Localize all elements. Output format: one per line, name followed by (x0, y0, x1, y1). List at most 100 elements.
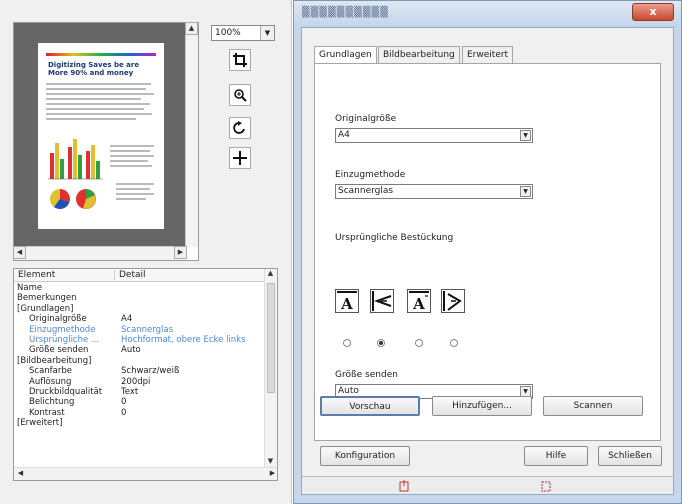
original-size-select[interactable]: A4 ▼ (335, 128, 533, 143)
add-button[interactable]: Hinzufügen... (432, 396, 532, 416)
landscape-left-icon (372, 291, 392, 311)
detail-vertical-scrollbar[interactable]: ▲ ▼ (264, 269, 277, 468)
list-item-key: Originalgröße (29, 314, 87, 325)
scroll-up-icon[interactable]: ▲ (264, 269, 277, 281)
chevron-down-icon[interactable]: ▼ (520, 130, 531, 141)
scroll-up-icon[interactable]: ▲ (185, 22, 198, 35)
list-item-key: Ursprüngliche ... (29, 334, 100, 345)
scan-settings-dialog: ▒▒▒▒▒▒▒▒▒▒ x Grundlagen Bildbearbeitung … (293, 0, 682, 504)
list-item-value: A4 (121, 314, 133, 325)
preview-button[interactable]: Vorschau (320, 396, 420, 416)
list-item-value: 0 (121, 407, 127, 418)
list-item-key: Größe senden (29, 345, 89, 356)
list-item-value: 0 (121, 397, 127, 408)
list-item[interactable]: Druckbildqualität Text (17, 387, 265, 397)
configuration-button[interactable]: Konfiguration (320, 446, 410, 466)
list-item[interactable]: Originalgröße A4 (17, 314, 265, 324)
list-item-key: Einzugmethode (29, 324, 96, 335)
orientation-radio-1[interactable] (343, 339, 351, 347)
detail-list-header: Element Detail (14, 269, 266, 282)
list-item[interactable]: Belichtung 0 (17, 397, 265, 407)
list-item[interactable]: Auflösung 200dpi (17, 377, 265, 387)
scroll-left-icon[interactable]: ◀ (13, 246, 26, 259)
orientation-portrait-rotated[interactable]: A (407, 289, 431, 313)
preview-frame: Digitizing Saves be are More 90% and mon… (13, 22, 199, 261)
original-size-label: Originalgröße (335, 114, 397, 124)
list-item-value: Auto (121, 345, 141, 356)
tab-panel-grundlagen: Originalgröße A4 ▼ Einzugmethode Scanner… (314, 63, 661, 441)
send-size-label: Größe senden (335, 370, 398, 380)
svg-text:A: A (340, 295, 353, 312)
list-item-key: Scanfarbe (29, 366, 72, 377)
detail-list[interactable]: Element Detail Name Bemerkungen [Grundlage… (13, 268, 278, 481)
list-item-key: [Erweitert] (17, 418, 63, 429)
zoom-select[interactable]: 100% ▼ (211, 25, 275, 41)
chevron-down-icon[interactable]: ▼ (520, 186, 531, 197)
preview-page: Digitizing Saves be are More 90% and mon… (38, 43, 164, 229)
list-item[interactable]: [Erweitert] (17, 418, 265, 428)
list-item-key: Name (17, 283, 43, 293)
list-item[interactable]: Einzugmethode Scannerglas (17, 325, 265, 335)
page-remove-icon[interactable] (540, 480, 552, 492)
zoom-in-button[interactable] (229, 84, 251, 106)
scroll-right-icon[interactable]: ▶ (266, 468, 277, 480)
list-item[interactable]: Bemerkungen (17, 293, 265, 303)
list-item-value: Text (121, 386, 139, 397)
feed-method-select[interactable]: Scannerglas ▼ (335, 184, 533, 199)
dialog-title: ▒▒▒▒▒▒▒▒▒▒ (302, 7, 389, 18)
list-item[interactable]: Kontrast 0 (17, 408, 265, 418)
page-add-icon[interactable] (398, 480, 410, 492)
crop-button[interactable] (229, 49, 251, 71)
tab-erweitert[interactable]: Erweitert (462, 46, 514, 64)
dialog-client-area: Grundlagen Bildbearbeitung Erweitert Ori… (301, 27, 674, 495)
orientation-radio-2[interactable] (377, 339, 385, 347)
feed-method-label: Einzugmethode (335, 170, 406, 180)
title-bar[interactable]: ▒▒▒▒▒▒▒▒▒▒ x (294, 1, 681, 27)
preview-area[interactable]: Digitizing Saves be are More 90% and mon… (14, 23, 186, 247)
close-button[interactable]: Schließen (598, 446, 662, 466)
list-item[interactable]: [Bildbearbeitung] (17, 356, 265, 366)
detail-rows: Name Bemerkungen [Grundlagen] Originalgröße… (17, 283, 265, 428)
list-item-key: Auflösung (29, 376, 72, 387)
column-header-detail[interactable]: Detail (114, 270, 146, 280)
close-window-button[interactable]: x (632, 3, 674, 21)
landscape-right-icon (443, 291, 462, 311)
column-header-element[interactable]: Element (18, 270, 55, 280)
orientation-landscape-left[interactable] (370, 289, 394, 313)
list-item-value: Hochformat, obere Ecke links (121, 334, 246, 345)
orientation-portrait-upright[interactable]: A (335, 289, 359, 313)
list-item[interactable]: Scanfarbe Schwarz/weiß (17, 366, 265, 376)
crop-icon (233, 53, 247, 67)
svg-text:A: A (412, 295, 425, 312)
preview-vertical-scrollbar[interactable]: ▲ (185, 22, 198, 247)
help-button[interactable]: Hilfe (524, 446, 588, 466)
preview-heading-line-1: Digitizing Saves be are (48, 61, 140, 69)
list-item-key: Belichtung (29, 397, 75, 408)
scroll-right-icon[interactable]: ▶ (174, 246, 187, 259)
orientation-radio-4[interactable] (450, 339, 458, 347)
scan-button[interactable]: Scannen (543, 396, 643, 416)
list-item-key: Druckbildqualität (29, 386, 103, 397)
detail-horizontal-scrollbar[interactable]: ◀ ▶ (14, 467, 277, 480)
list-item[interactable]: Größe senden Auto (17, 345, 265, 355)
move-button[interactable] (229, 147, 251, 169)
orientation-radio-3[interactable] (415, 339, 423, 347)
rotate-button[interactable] (229, 117, 251, 139)
portrait-upright-icon: A (337, 291, 357, 312)
list-item-key: [Grundlagen] (17, 303, 74, 314)
preview-heading-line-2: More 90% and money (48, 69, 134, 77)
scroll-left-icon[interactable]: ◀ (14, 468, 27, 480)
status-strip (302, 476, 673, 494)
magnifier-icon (234, 89, 247, 102)
scrollbar-thumb[interactable] (267, 283, 275, 393)
chevron-down-icon[interactable]: ▼ (260, 26, 274, 40)
preview-horizontal-scrollbar[interactable]: ◀ ▶ (13, 246, 187, 260)
orientation-label: Ursprüngliche Bestückung (335, 233, 454, 243)
list-item[interactable]: Ursprüngliche ... Hochformat, obere Ecke … (17, 335, 265, 345)
list-item-key: Bemerkungen (17, 293, 77, 304)
tab-bildbearbeitung[interactable]: Bildbearbeitung (378, 46, 460, 64)
list-item[interactable]: [Grundlagen] (17, 304, 265, 314)
portrait-rotated-icon: A (409, 291, 429, 312)
list-item[interactable]: Name (17, 283, 265, 293)
orientation-landscape-right[interactable] (441, 289, 465, 313)
